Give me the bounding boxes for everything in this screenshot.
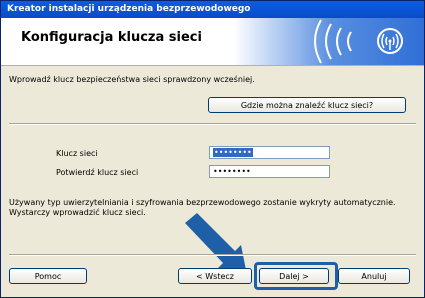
wizard-window: Kreator instalacji urządzenia bezprzewod… bbox=[0, 0, 425, 298]
bottom-divider bbox=[9, 254, 416, 256]
network-key-field[interactable]: •••••••• bbox=[209, 146, 330, 159]
page-title: Konfiguracja klucza sieci bbox=[21, 30, 202, 45]
help-button[interactable]: Pomoc bbox=[9, 268, 87, 284]
cancel-button[interactable]: Anuluj bbox=[338, 268, 410, 284]
divider bbox=[9, 123, 416, 125]
info-text-line2: Wystarczy wprowadzić klucz sieci. bbox=[9, 208, 146, 217]
wireless-signal-icon bbox=[314, 19, 403, 64]
network-key-value: •••••••• bbox=[213, 148, 253, 157]
window-title: Kreator instalacji urządzenia bezprzewod… bbox=[1, 1, 424, 18]
confirm-key-label: Potwierdź klucz sieci bbox=[56, 168, 139, 177]
network-key-label: Klucz sieci bbox=[56, 149, 98, 158]
confirm-key-value: •••••••• bbox=[213, 167, 251, 176]
wizard-header: Konfiguracja klucza sieci bbox=[1, 18, 424, 66]
back-button[interactable]: < Wstecz bbox=[178, 268, 252, 284]
confirm-key-field[interactable]: •••••••• bbox=[209, 165, 330, 178]
info-text-line1: Używany typ uwierzytelniania i szyfrowan… bbox=[9, 198, 396, 207]
next-button[interactable]: Dalej > bbox=[259, 268, 329, 284]
find-key-button[interactable]: Gdzie można znaleźć klucz sieci? bbox=[208, 97, 406, 113]
instruction-text: Wprowadź klucz bezpieczeństwa sieci spra… bbox=[9, 75, 255, 84]
wizard-content: Wprowadź klucz bezpieczeństwa sieci spra… bbox=[1, 66, 424, 297]
